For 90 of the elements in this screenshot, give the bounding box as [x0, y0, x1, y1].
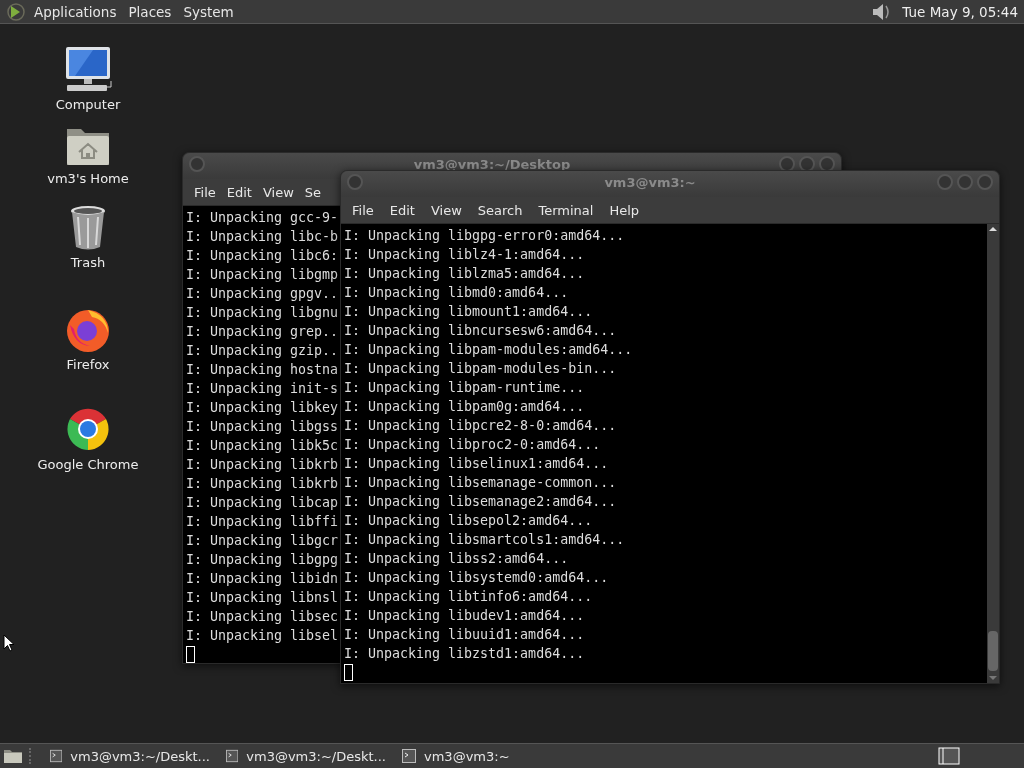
panel-menu[interactable]: Places [122, 3, 178, 20]
menu-item[interactable]: Terminal [538, 202, 594, 218]
terminal-line: I: Unpacking libgcr [186, 532, 339, 550]
menu-item[interactable]: Search [477, 202, 523, 218]
terminal-line: I: Unpacking libzstd1:amd64... [344, 645, 585, 663]
terminal-line: I: Unpacking libgpg [186, 551, 339, 569]
terminal-line: I: Unpacking gzip.. [186, 342, 339, 360]
menu-item[interactable]: View [262, 184, 294, 200]
terminal-line: I: Unpacking libkey [186, 399, 339, 417]
terminal-line: I: Unpacking libsepol2:amd64... [344, 512, 593, 530]
terminal-icon [50, 749, 63, 763]
desktop-icon-label[interactable]: vm3's Home [47, 171, 129, 186]
scroll-down-icon[interactable] [988, 673, 998, 683]
desktop-icon-label[interactable]: Trash [70, 255, 106, 270]
menu-item[interactable]: File [352, 202, 374, 218]
terminal-line: I: Unpacking hostna [186, 361, 339, 379]
terminal-line: I: Unpacking libpam-modules:amd64... [344, 341, 633, 359]
terminal-line: I: Unpacking libidn [186, 570, 339, 588]
terminal-line: I: Unpacking libpam0g:amd64... [344, 398, 585, 416]
terminal-line: I: Unpacking libpam-modules-bin... [344, 360, 617, 378]
terminal-line: I: Unpacking libtinfo6:amd64... [344, 588, 593, 606]
scrollbar[interactable] [987, 224, 999, 683]
terminal-line: I: Unpacking libsec [186, 608, 339, 626]
terminal-line: I: Unpacking libproc2-0:amd64... [344, 436, 601, 454]
terminal-line: I: Unpacking libudev1:amd64... [344, 607, 585, 625]
terminal-line: I: Unpacking libkrb [186, 456, 339, 474]
terminal-line: I: Unpacking libnsl [186, 589, 339, 607]
trash-icon [69, 205, 107, 251]
terminal-icon [402, 749, 416, 763]
terminal-line: I: Unpacking libncursesw6:amd64... [344, 322, 617, 340]
scrollbar-thumb[interactable] [988, 631, 998, 671]
text-cursor [186, 646, 195, 663]
window-title: vm3@vm3:~/Desktop [412, 156, 572, 172]
terminal-line: I: Unpacking libc6: [186, 247, 339, 265]
menu-logo-icon[interactable] [6, 1, 26, 22]
terminal-line: I: Unpacking libgpg-error0:amd64... [344, 227, 625, 245]
window-menu-button[interactable] [189, 156, 205, 172]
window-menu-button[interactable] [347, 174, 363, 190]
desktop-icon-label[interactable]: Computer [55, 97, 121, 112]
menu-item[interactable]: File [194, 184, 216, 200]
terminal-line: I: Unpacking libss2:amd64... [344, 550, 569, 568]
taskbar-button[interactable]: vm3@vm3:~ [398, 745, 566, 767]
menu-item[interactable]: Edit [389, 202, 415, 218]
terminal-line: I: Unpacking gpgv.. [186, 285, 339, 303]
terminal-line: I: Unpacking libsmartcols1:amd64... [344, 531, 625, 549]
minimize-button[interactable] [937, 174, 953, 190]
terminal-line: I: Unpacking libsel [186, 627, 339, 645]
desktop-icon-label[interactable]: Google Chrome [37, 457, 139, 472]
terminal-line: I: Unpacking libffi [186, 513, 339, 531]
workspace-switcher-icon[interactable] [938, 747, 960, 765]
scroll-up-icon[interactable] [988, 224, 998, 234]
terminal-line: I: Unpacking libkrb [186, 475, 339, 493]
terminal-line: I: Unpacking libgmp [186, 266, 339, 284]
menu-item[interactable]: Help [609, 202, 640, 218]
terminal-line: I: Unpacking grep.. [186, 323, 339, 341]
taskbar-button[interactable]: vm3@vm3:~/Deskt... [222, 745, 390, 767]
clock[interactable]: Tue May 9, 05:44 [892, 3, 1024, 20]
taskbar-button[interactable]: vm3@vm3:~/Deskt... [46, 745, 214, 767]
terminal-icon [226, 749, 239, 763]
terminal-line: I: Unpacking libgss [186, 418, 339, 436]
close-button[interactable] [977, 174, 993, 190]
panel-menu[interactable]: Applications [28, 3, 123, 20]
terminal-line: I: Unpacking libuuid1:amd64... [344, 626, 585, 644]
text-cursor [344, 664, 353, 681]
terminal-line: I: Unpacking libmount1:amd64... [344, 303, 593, 321]
terminal-line: I: Unpacking init-s [186, 380, 339, 398]
terminal-line: I: Unpacking gcc-9- [186, 209, 339, 227]
menu-item[interactable]: Se [304, 184, 322, 200]
terminal-line: I: Unpacking liblzma5:amd64... [344, 265, 585, 283]
window-title: vm3@vm3:~ [603, 174, 697, 190]
terminal-line: I: Unpacking libgnu [186, 304, 339, 322]
terminal-line: I: Unpacking libcap [186, 494, 339, 512]
terminal-line: I: Unpacking libpam-runtime... [344, 379, 585, 397]
maximize-button[interactable] [957, 174, 973, 190]
terminal-line: I: Unpacking libsemanage2:amd64... [344, 493, 617, 511]
terminal-line: I: Unpacking libsystemd0:amd64... [344, 569, 609, 587]
terminal-line: I: Unpacking libpcre2-8-0:amd64... [344, 417, 617, 435]
terminal-line: I: Unpacking libc-b [186, 228, 339, 246]
computer-icon [63, 45, 113, 93]
terminal-line: I: Unpacking libsemanage-common... [344, 474, 617, 492]
desktop-icon-label[interactable]: Firefox [66, 357, 110, 372]
terminal-line: I: Unpacking libselinux1:amd64... [344, 455, 609, 473]
terminal-line: I: Unpacking libk5c [186, 437, 339, 455]
mouse-pointer-icon [3, 634, 15, 652]
terminal-line: I: Unpacking liblz4-1:amd64... [344, 246, 585, 264]
panel-menu[interactable]: System [177, 3, 240, 20]
folder-icon[interactable] [3, 748, 23, 764]
menu-item[interactable]: Edit [226, 184, 252, 200]
terminal-line: I: Unpacking libmd0:amd64... [344, 284, 569, 302]
menu-item[interactable]: View [430, 202, 462, 218]
